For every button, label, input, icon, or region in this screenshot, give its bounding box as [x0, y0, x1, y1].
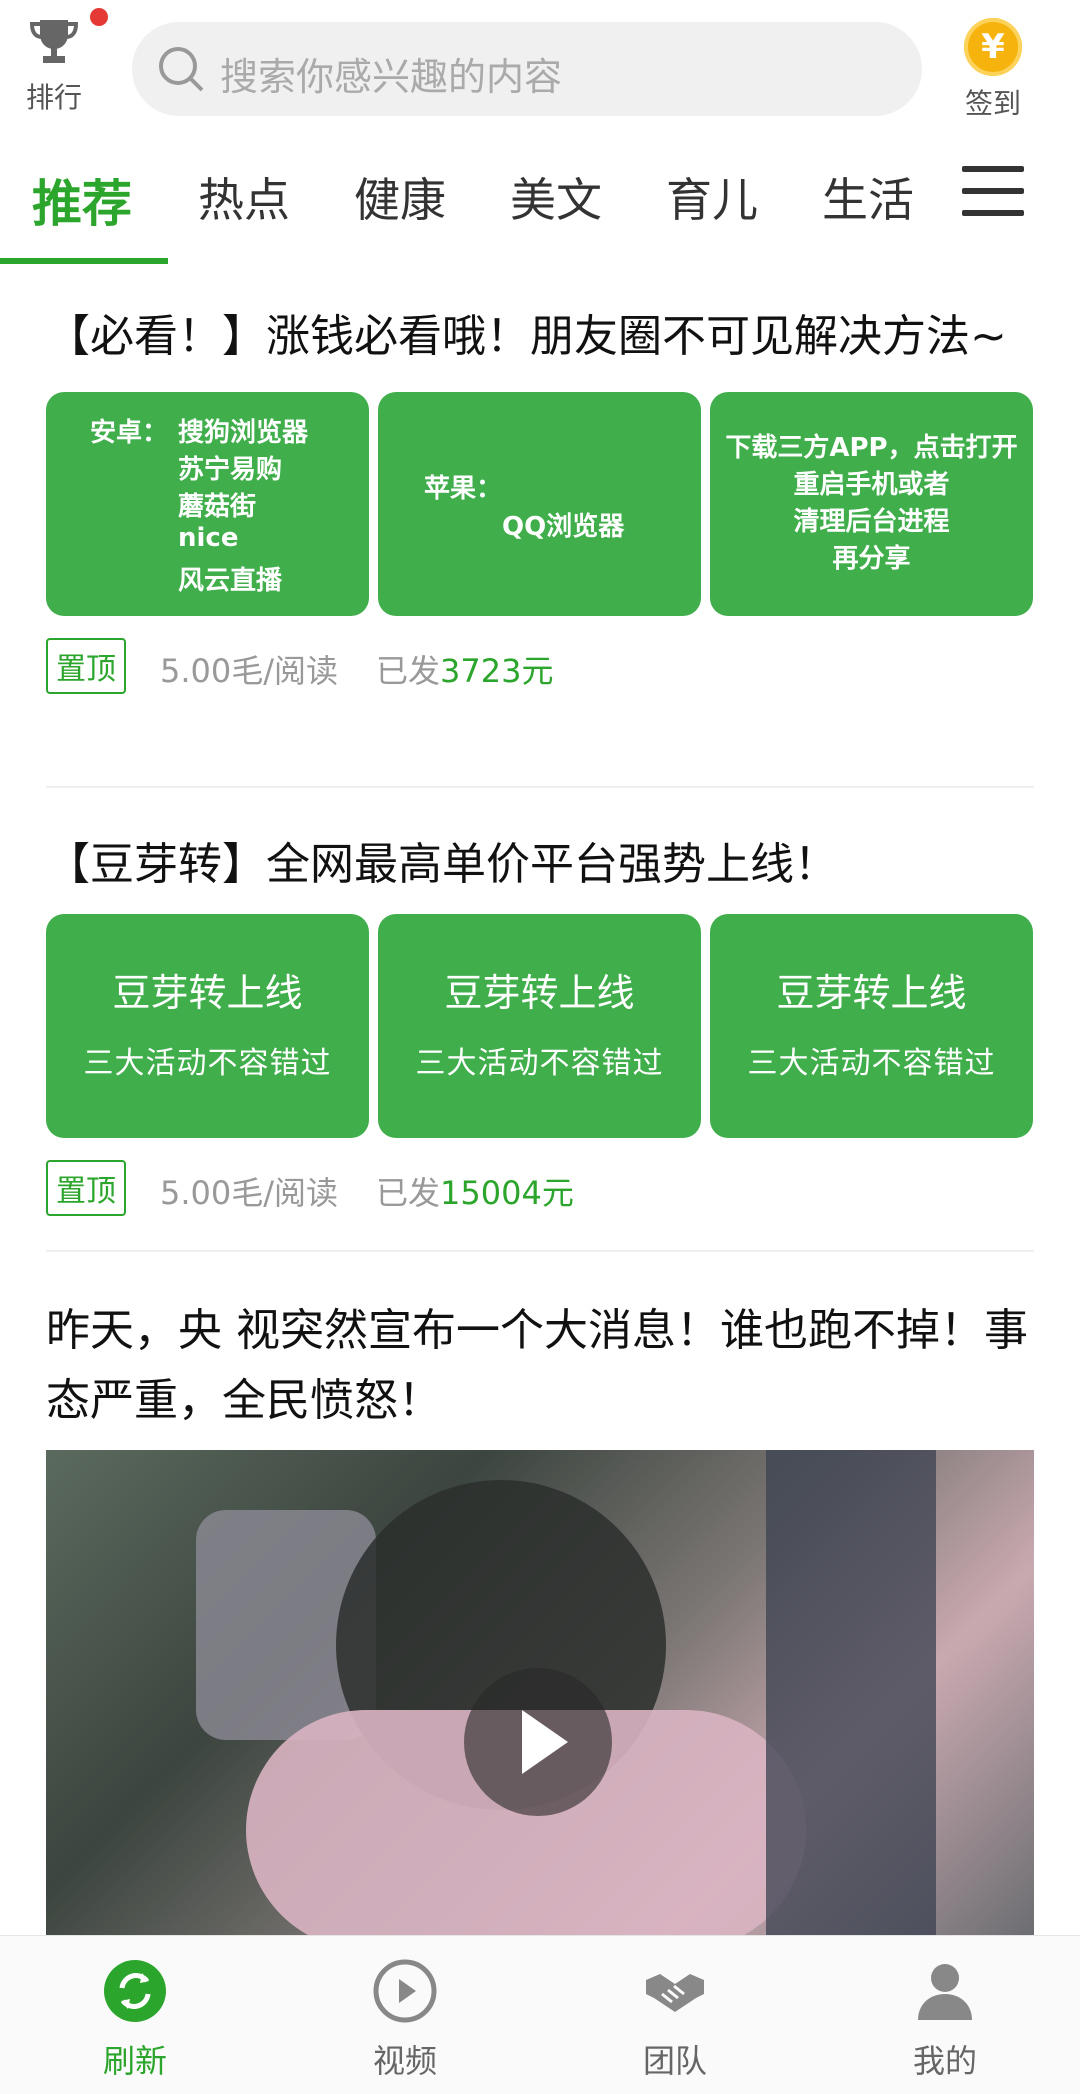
thumb-text: 豆芽转上线 — [776, 971, 967, 1015]
menu-icon[interactable] — [962, 166, 1024, 232]
top-header: 排行 搜索你感兴趣的内容 ¥ 签到 — [0, 0, 1080, 140]
tab-recommend[interactable]: 推荐 — [32, 164, 132, 236]
tab-hot[interactable]: 热点 — [198, 164, 290, 230]
search-placeholder: 搜索你感兴趣的内容 — [220, 55, 563, 99]
nav-video[interactable]: 视频 — [325, 1958, 485, 2082]
thumb-text: 搜狗浏览器 — [178, 418, 309, 448]
thumb-text: 重启手机或者 — [793, 470, 950, 500]
thumbnail: 豆芽转上线 三大活动不容错过 — [710, 914, 1033, 1138]
nav-mine[interactable]: 我的 — [865, 1958, 1025, 2082]
notification-dot — [90, 8, 108, 26]
category-tabs: 推荐 热点 健康 美文 育儿 生活 — [0, 150, 1080, 265]
thumb-text: 三大活动不容错过 — [83, 1046, 332, 1081]
play-icon[interactable] — [464, 1668, 612, 1816]
bottom-navigation: 刷新 视频 团队 我的 — [0, 1935, 1080, 2094]
sent-value: 15004元 — [440, 1174, 574, 1212]
thumb-text: nice — [178, 523, 239, 553]
sent-prefix: 已发 — [376, 652, 441, 690]
nav-label: 团队 — [642, 2042, 707, 2080]
user-icon — [918, 1964, 972, 2020]
tab-parenting[interactable]: 育儿 — [666, 164, 758, 230]
search-bar[interactable]: 搜索你感兴趣的内容 — [132, 22, 922, 116]
thumb-text: 苹果： — [424, 474, 503, 504]
thumb-text: 苏宁易购 — [178, 455, 283, 485]
rank-button[interactable]: 排行 — [22, 14, 86, 116]
thumb-text: 豆芽转上线 — [444, 971, 635, 1015]
play-circle-icon — [373, 1959, 437, 2023]
thumbnail: 下载三方APP，点击打开 重启手机或者 清理后台进程 再分享 — [710, 392, 1033, 616]
article-card[interactable]: 【必看！】涨钱必看哦！朋友圈不可见解决方法~ 安卓： 搜狗浏览器 苏宁易购 蘑菇… — [46, 304, 1034, 694]
trophy-icon — [29, 20, 79, 63]
active-tab-indicator — [0, 258, 168, 264]
thumb-text: 三大活动不容错过 — [415, 1046, 664, 1081]
thumb-text: 清理后台进程 — [793, 507, 950, 537]
thumb-text: 三大活动不容错过 — [747, 1046, 996, 1081]
sent-value: 3723元 — [440, 652, 554, 690]
thumb-text: 豆芽转上线 — [112, 971, 303, 1015]
refresh-icon — [104, 1960, 166, 2022]
article-meta: 置顶 5.00毛/阅读 已发3723元 — [46, 638, 1034, 694]
sent-amount: 已发15004元 — [376, 1168, 574, 1214]
divider — [46, 786, 1034, 788]
handshake-icon — [646, 1974, 704, 2012]
video-thumbnail[interactable] — [46, 1450, 1034, 1935]
article-meta: 置顶 5.00毛/阅读 已发15004元 — [46, 1160, 1034, 1216]
pinned-badge: 置顶 — [46, 638, 126, 694]
divider — [46, 1250, 1034, 1252]
coin-icon: ¥ — [964, 18, 1022, 76]
sent-amount: 已发3723元 — [376, 646, 553, 692]
article-title: 昨天，央 视突然宣布一个大消息！谁也跑不掉！事态严重，全民愤怒！ — [46, 1305, 1028, 1426]
nav-refresh[interactable]: 刷新 — [55, 1958, 215, 2082]
price-per-read: 5.00毛/阅读 — [160, 1174, 339, 1212]
thumbnail: 苹果： QQ浏览器 — [378, 392, 701, 616]
tab-health[interactable]: 健康 — [354, 164, 446, 230]
thumbnail: 安卓： 搜狗浏览器 苏宁易购 蘑菇街 nice 风云直播 — [46, 392, 369, 616]
article-thumbnails: 豆芽转上线 三大活动不容错过 豆芽转上线 三大活动不容错过 豆芽转上线 三大活动… — [46, 914, 1034, 1138]
search-icon — [159, 47, 204, 92]
article-title: 【豆芽转】全网最高单价平台强势上线！ — [46, 839, 838, 890]
thumbnail: 豆芽转上线 三大活动不容错过 — [46, 914, 369, 1138]
sign-in-label: 签到 — [964, 87, 1021, 120]
thumb-text: 风云直播 — [178, 566, 283, 596]
article-card[interactable]: 昨天，央 视突然宣布一个大消息！谁也跑不掉！事态严重，全民愤怒！ — [46, 1296, 1034, 1436]
nav-team[interactable]: 团队 — [595, 1958, 755, 2082]
sign-in-button[interactable]: ¥ 签到 — [955, 14, 1031, 122]
nav-label: 我的 — [912, 2042, 977, 2080]
thumb-text: 蘑菇街 — [178, 492, 257, 522]
tab-life[interactable]: 生活 — [822, 164, 914, 230]
nav-label: 刷新 — [102, 2042, 167, 2080]
article-title: 【必看！】涨钱必看哦！朋友圈不可见解决方法~ — [46, 311, 1007, 362]
article-thumbnails: 安卓： 搜狗浏览器 苏宁易购 蘑菇街 nice 风云直播 苹果： QQ浏览器 下… — [46, 392, 1034, 616]
thumb-text: 再分享 — [832, 544, 911, 574]
rank-label: 排行 — [25, 81, 82, 114]
tab-essay[interactable]: 美文 — [510, 164, 602, 230]
thumb-text: QQ浏览器 — [502, 512, 625, 542]
price-per-read: 5.00毛/阅读 — [160, 652, 339, 690]
sent-prefix: 已发 — [376, 1174, 441, 1212]
thumb-text: 下载三方APP，点击打开 — [725, 433, 1018, 463]
thumbnail: 豆芽转上线 三大活动不容错过 — [378, 914, 701, 1138]
pinned-badge: 置顶 — [46, 1160, 126, 1216]
article-card[interactable]: 【豆芽转】全网最高单价平台强势上线！ 豆芽转上线 三大活动不容错过 豆芽转上线 … — [46, 832, 1034, 1216]
nav-label: 视频 — [372, 2042, 437, 2080]
thumb-text: 安卓： — [90, 418, 169, 448]
